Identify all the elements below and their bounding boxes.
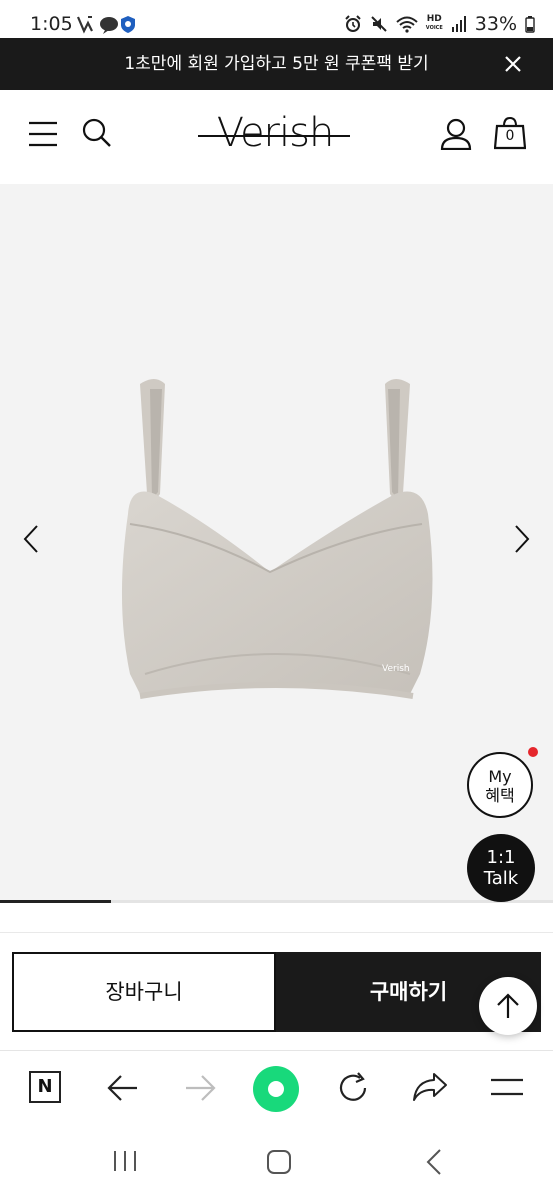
scroll-top-button[interactable]: [479, 977, 537, 1035]
browser-menu-icon[interactable]: [490, 1077, 524, 1097]
system-back-icon[interactable]: [425, 1148, 443, 1176]
naver-n-button[interactable]: N: [29, 1071, 61, 1103]
home-circle-inner: [268, 1081, 284, 1097]
product-brand-mark: Verish: [382, 664, 410, 674]
add-to-cart-button[interactable]: 장바구니: [12, 952, 276, 1032]
logo-strike-line: [198, 135, 350, 137]
status-time: 1:05: [30, 13, 73, 35]
divider: [0, 932, 553, 933]
forward-arrow-icon[interactable]: [184, 1073, 216, 1103]
promo-banner[interactable]: 1초만에 회원 가입하고 5만 원 쿠폰팩 받기: [0, 38, 553, 90]
wifi-icon: [396, 16, 418, 33]
battery-percent: 33%: [474, 13, 517, 35]
arrow-up-icon: [497, 993, 519, 1018]
recent-apps-icon[interactable]: [112, 1149, 138, 1173]
site-header: Verish 0: [0, 90, 553, 184]
my-benefits-line1: My: [488, 767, 512, 786]
cart-icon[interactable]: 0: [494, 116, 526, 150]
close-icon[interactable]: [501, 52, 525, 76]
notification-dot: [528, 747, 538, 757]
battery-icon: [525, 16, 535, 33]
hd-voice-badge: HD VOICE: [425, 14, 443, 32]
share-icon[interactable]: [412, 1071, 448, 1103]
product-image: Verish: [121, 379, 433, 699]
alarm-icon: [345, 15, 361, 32]
my-benefits-button[interactable]: My 혜택: [467, 752, 533, 818]
search-icon[interactable]: [82, 118, 112, 148]
talk-line1: 1:1: [486, 847, 516, 868]
system-navigation-bar: [0, 1127, 553, 1200]
home-icon[interactable]: [266, 1149, 292, 1175]
prev-arrow-icon[interactable]: [22, 524, 40, 554]
refresh-icon[interactable]: [336, 1071, 370, 1105]
brand-logo[interactable]: Verish: [190, 108, 360, 158]
talk-button[interactable]: 1:1 Talk: [467, 834, 535, 902]
next-arrow-icon[interactable]: [513, 524, 531, 554]
status-bar: 1:05 HD VOICE 33%: [0, 0, 553, 38]
back-arrow-icon[interactable]: [107, 1073, 139, 1103]
talk-line2: Talk: [483, 868, 519, 889]
promo-banner-text[interactable]: 1초만에 회원 가입하고 5만 원 쿠폰팩 받기: [0, 38, 553, 90]
user-icon[interactable]: [440, 118, 472, 150]
carousel-progress-fill: [0, 900, 111, 903]
mute-icon: [371, 16, 387, 32]
cart-count: 0: [505, 128, 515, 144]
signal-icon: [451, 16, 466, 32]
status-right: HD VOICE 33%: [344, 13, 535, 35]
menu-icon[interactable]: [28, 121, 58, 147]
my-benefits-line2: 혜택: [485, 786, 515, 805]
notification-icons: [76, 16, 135, 34]
